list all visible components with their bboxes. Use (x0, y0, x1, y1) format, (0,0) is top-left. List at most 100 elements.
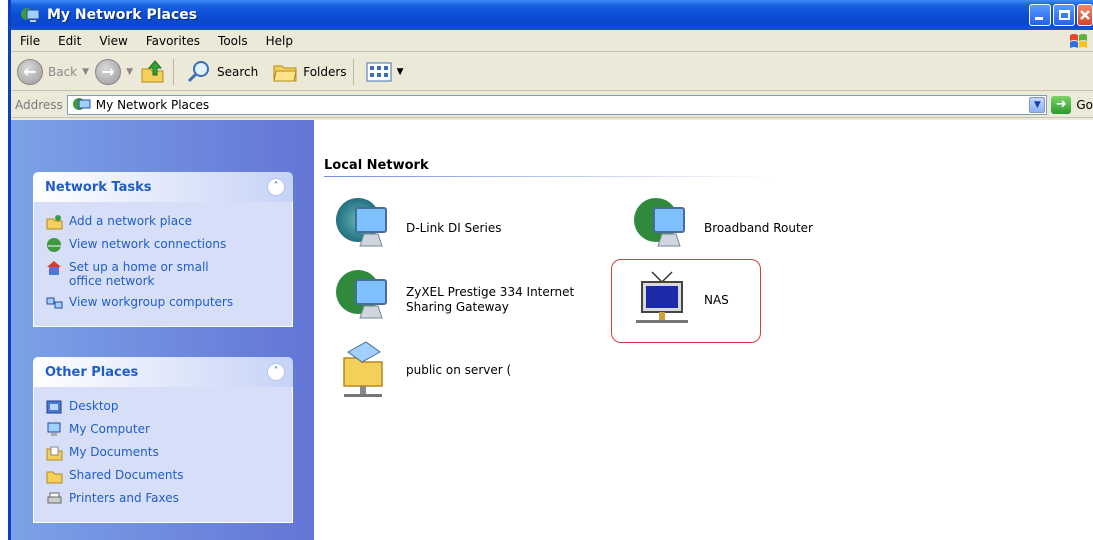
network-item-nas[interactable]: NAS (632, 268, 729, 332)
go-button[interactable]: ➜ Go (1051, 95, 1093, 114)
network-globe-computer-icon (634, 198, 685, 247)
network-item-label: public on server ( (406, 362, 512, 377)
up-folder-button[interactable] (139, 56, 167, 88)
go-arrow-icon: ➜ (1051, 95, 1072, 114)
add-network-place-icon (46, 215, 63, 230)
place-printers-faxes[interactable]: Printers and Faxes (46, 491, 292, 507)
task-view-network-connections[interactable]: View network connections (46, 237, 292, 253)
task-label: View workgroup computers (69, 295, 234, 309)
menu-bar: File Edit View Favorites Tools Help (11, 30, 1093, 52)
other-places-title: Other Places (45, 364, 139, 380)
back-arrow-icon: ← (17, 58, 43, 85)
folders-label: Folders (303, 64, 347, 79)
network-item-label: D-Link DI Series (406, 220, 502, 235)
window-title: My Network Places (47, 7, 198, 23)
menu-edit[interactable]: Edit (49, 34, 90, 48)
windows-logo-icon (1070, 34, 1087, 48)
network-item-public-share[interactable]: public on server ( (334, 338, 511, 402)
maximize-button[interactable] (1053, 4, 1075, 26)
network-globe-computer-icon (336, 270, 387, 319)
network-item-broadband-router[interactable]: Broadband Router (632, 196, 813, 260)
search-label: Search (216, 64, 259, 79)
printers-faxes-icon (47, 492, 62, 504)
network-tasks-title: Network Tasks (45, 179, 152, 195)
my-computer-icon (47, 422, 61, 436)
back-button[interactable]: ← Back ▼ (17, 56, 89, 88)
network-places-icon (72, 97, 91, 110)
network-tasks-header[interactable]: Network Tasks ˄ (33, 172, 293, 202)
views-button[interactable]: ▼ (366, 56, 404, 88)
task-label: Set up a home or small office network (69, 260, 209, 288)
network-item-label: NAS (704, 292, 729, 307)
menu-favorites[interactable]: Favorites (137, 34, 209, 48)
task-setup-home-network[interactable]: Set up a home or small office network (46, 260, 292, 288)
place-my-computer[interactable]: My Computer (46, 422, 292, 438)
network-device-tv-icon (636, 271, 688, 323)
my-documents-icon (46, 446, 63, 461)
network-places-icon (21, 8, 40, 22)
home-network-setup-icon (47, 261, 61, 275)
network-item-dlink[interactable]: D-Link DI Series (334, 196, 501, 260)
task-label: View network connections (69, 237, 227, 251)
toolbar: ← Back ▼ → ▼ Search Folders ▼ (11, 53, 1093, 91)
menu-help[interactable]: Help (257, 34, 302, 48)
shared-documents-icon (46, 471, 63, 484)
forward-button[interactable]: → ▼ (95, 56, 133, 88)
place-desktop[interactable]: Desktop (46, 399, 292, 415)
search-icon (187, 60, 209, 82)
menu-tools[interactable]: Tools (209, 34, 257, 48)
place-shared-documents[interactable]: Shared Documents (46, 468, 292, 484)
menu-view[interactable]: View (90, 34, 136, 48)
views-icon (366, 62, 392, 81)
folders-icon (273, 65, 297, 81)
place-label: My Computer (69, 422, 150, 436)
desktop-icon (46, 400, 62, 414)
address-value: My Network Places (95, 97, 210, 112)
collapse-chevron-icon[interactable]: ˄ (267, 363, 285, 381)
place-label: My Documents (69, 445, 159, 459)
up-folder-icon (141, 59, 164, 82)
toolbar-separator (172, 58, 174, 85)
address-input[interactable]: My Network Places ▼ (66, 94, 1048, 115)
place-label: Printers and Faxes (69, 491, 179, 505)
network-globe-computer-icon (336, 198, 387, 247)
address-label: Address (15, 97, 63, 112)
network-connections-icon (47, 238, 61, 252)
address-bar: Address My Network Places ▼ ➜ Go (11, 92, 1093, 118)
forward-arrow-icon: → (95, 58, 122, 85)
back-label: Back (48, 64, 78, 79)
network-item-zyxel[interactable]: ZyXEL Prestige 334 Internet Sharing Gate… (334, 268, 596, 332)
place-label: Shared Documents (69, 468, 184, 482)
forward-dropdown-icon[interactable]: ▼ (126, 67, 133, 77)
title-bar[interactable]: My Network Places (11, 0, 1093, 30)
network-item-label: Broadband Router (704, 220, 813, 235)
file-view: Local Network D-Link DI Series Broadband… (314, 120, 1093, 540)
task-pane: Network Tasks ˄ Add a network place View… (11, 120, 314, 540)
explorer-window: My Network Places File Edit View Favorit… (8, 0, 1093, 540)
network-tasks-panel: Network Tasks ˄ Add a network place View… (33, 172, 293, 327)
menu-file[interactable]: File (11, 34, 49, 48)
task-label: Add a network place (69, 214, 193, 228)
network-item-label: ZyXEL Prestige 334 Internet Sharing Gate… (406, 285, 575, 314)
network-tasks-list: Add a network place View network connect… (33, 202, 293, 327)
folders-button[interactable]: Folders (272, 56, 347, 88)
task-view-workgroup-computers[interactable]: View workgroup computers (46, 295, 292, 311)
network-share-folder-icon (343, 341, 383, 397)
close-button[interactable] (1077, 4, 1093, 26)
other-places-header[interactable]: Other Places ˄ (33, 357, 293, 387)
address-dropdown-icon[interactable]: ▼ (1029, 96, 1046, 113)
back-dropdown-icon[interactable]: ▼ (82, 67, 89, 77)
minimize-button[interactable] (1029, 4, 1051, 26)
place-label: Desktop (69, 399, 119, 413)
views-dropdown-icon[interactable]: ▼ (397, 67, 404, 77)
window-controls (1029, 4, 1093, 26)
toolbar-separator (352, 58, 354, 85)
group-divider (324, 176, 774, 177)
collapse-chevron-icon[interactable]: ˄ (267, 178, 285, 196)
task-add-network-place[interactable]: Add a network place (46, 214, 292, 230)
search-button[interactable]: Search (186, 56, 258, 88)
place-my-documents[interactable]: My Documents (46, 445, 292, 461)
other-places-list: Desktop My Computer My Documents Shared … (33, 387, 293, 523)
workgroup-computers-icon (46, 297, 63, 309)
close-icon (1080, 10, 1090, 20)
